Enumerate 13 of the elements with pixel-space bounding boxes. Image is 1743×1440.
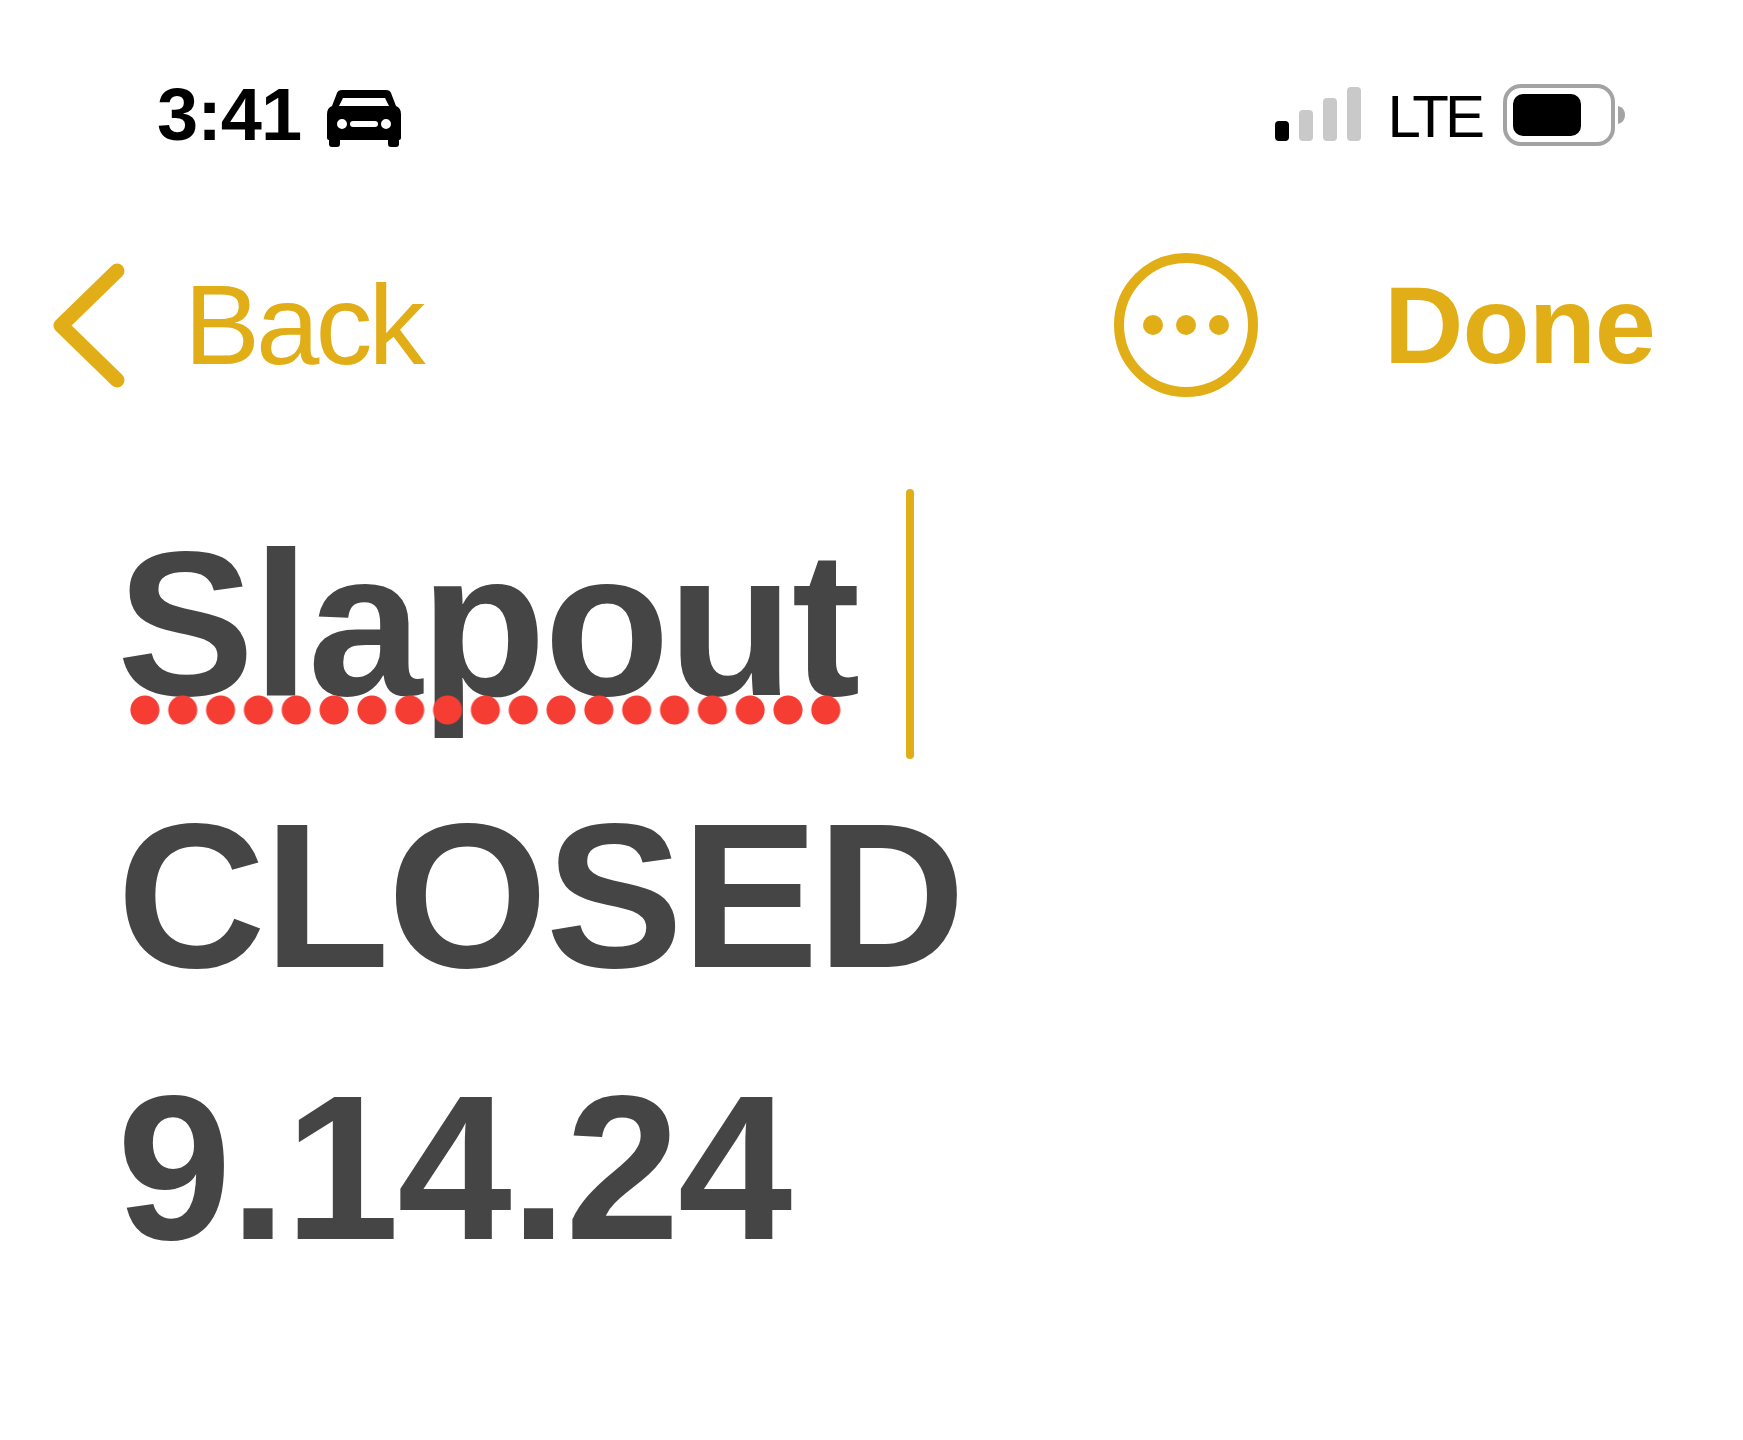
note-text: CLOSED <box>117 781 964 1011</box>
done-button[interactable]: Done <box>1384 270 1655 380</box>
network-label: LTE <box>1387 87 1481 147</box>
ellipsis-circle-icon <box>1114 253 1258 397</box>
note-text: 9.14.24 <box>117 1053 791 1283</box>
more-button[interactable] <box>1114 253 1258 397</box>
battery-icon <box>1503 84 1625 146</box>
chevron-left-icon <box>52 262 126 388</box>
status-time: 3:41 <box>157 78 302 152</box>
note-text: Slapout <box>117 509 859 739</box>
car-icon <box>327 89 402 147</box>
back-button[interactable]: Back <box>52 262 422 388</box>
signal-icon <box>1275 87 1362 141</box>
